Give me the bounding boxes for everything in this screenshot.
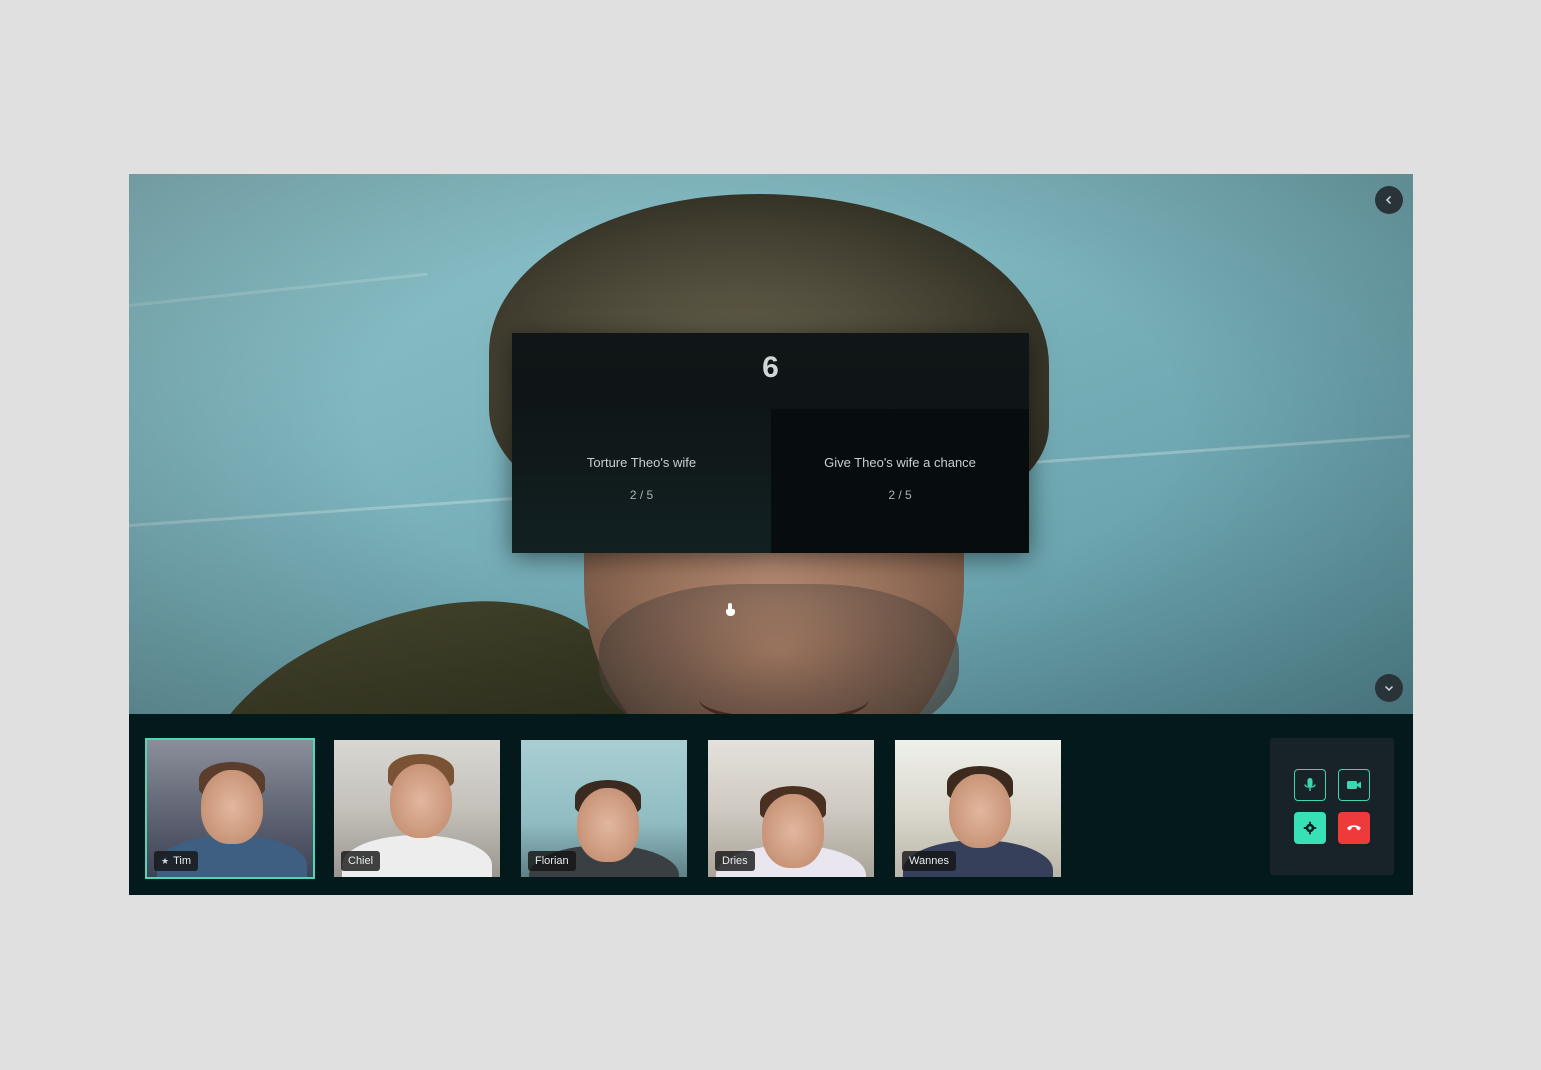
chevron-down-icon[interactable]	[1375, 674, 1403, 702]
participant-face	[949, 774, 1011, 848]
vote-option-score: 2 / 5	[888, 487, 912, 502]
participant-face	[577, 788, 639, 862]
participant-face	[201, 770, 263, 844]
participant-name: Dries	[722, 855, 748, 867]
participant-name: Chiel	[348, 855, 374, 867]
participant-tile-wannes[interactable]: Wannes	[895, 740, 1061, 877]
call-controls	[1270, 738, 1394, 875]
participant-face	[390, 764, 452, 838]
vote-option-score: 2 / 5	[629, 487, 654, 502]
participant-name-tag: Wannes	[902, 851, 956, 871]
participant-name: Florian	[535, 855, 569, 867]
participant-tile-chiel[interactable]: Chiel	[334, 740, 500, 877]
vote-panel: 6 Torture Theo's wife 2 / 5 Give Theo's …	[512, 333, 1029, 616]
participant-name: Tim	[173, 855, 191, 867]
vote-timer: 6	[762, 351, 779, 384]
settings-icon[interactable]	[1294, 812, 1326, 844]
participant-face	[762, 794, 824, 868]
participant-tile-dries[interactable]: Dries	[708, 740, 874, 877]
participants-bar: ★ Tim Chiel Florian Dries Wannes	[129, 714, 1413, 895]
vote-option-label: Give Theo's wife a chance	[824, 454, 976, 470]
microphone-icon[interactable]	[1294, 769, 1326, 801]
participant-name-tag: Chiel	[341, 851, 381, 871]
participant-name-tag: ★ Tim	[154, 851, 198, 871]
vote-option-chance[interactable]: Give Theo's wife a chance 2 / 5	[771, 409, 1029, 553]
vote-option-torture[interactable]: Torture Theo's wife 2 / 5	[512, 409, 771, 616]
video-call-app: 6 Torture Theo's wife 2 / 5 Give Theo's …	[129, 174, 1413, 895]
pointer-cursor-icon	[725, 603, 735, 617]
hang-up-icon[interactable]	[1338, 812, 1370, 844]
participant-name: Wannes	[909, 855, 949, 867]
participant-name-tag: Dries	[715, 851, 755, 871]
vote-option-label: Torture Theo's wife	[586, 454, 697, 470]
chevron-left-icon[interactable]	[1375, 186, 1403, 214]
participant-tile-florian[interactable]: Florian	[521, 740, 687, 877]
participant-tile-tim[interactable]: ★ Tim	[145, 738, 315, 879]
star-icon: ★	[161, 855, 170, 866]
participant-name-tag: Florian	[528, 851, 576, 871]
camera-icon[interactable]	[1338, 769, 1370, 801]
main-video-stage: 6 Torture Theo's wife 2 / 5 Give Theo's …	[129, 174, 1413, 714]
